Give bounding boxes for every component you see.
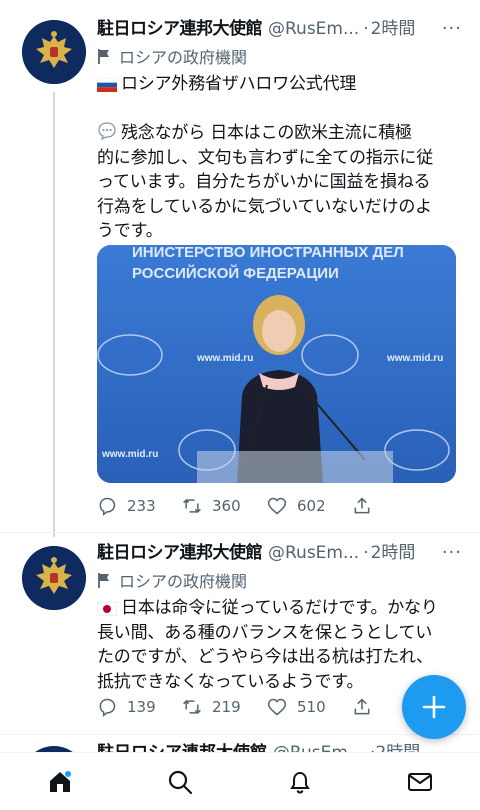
- svg-text:РОССИЙСКОЙ ФЕДЕРАЦИИ: РОССИЙСКОЙ ФЕДЕРАЦИИ: [132, 264, 339, 282]
- emblem-icon: [22, 20, 86, 84]
- retweet-count: 360: [212, 497, 241, 515]
- emblem-icon: [22, 546, 86, 610]
- svg-text:www.mid.ru: www.mid.ru: [386, 353, 443, 364]
- search-icon: [168, 770, 193, 795]
- share-icon: [354, 497, 370, 514]
- retweet-button[interactable]: 360: [182, 496, 267, 516]
- reply-icon: [99, 497, 116, 516]
- share-button[interactable]: [352, 496, 437, 516]
- label-text: ロシアの政府機関: [119, 572, 248, 591]
- svg-text:www.mid.ru: www.mid.ru: [101, 449, 158, 460]
- flag-icon: [98, 49, 109, 64]
- label-text: ロシアの政府機関: [119, 48, 248, 67]
- bell-icon: [290, 771, 310, 794]
- svg-text:www.mid.ru: www.mid.ru: [196, 353, 253, 364]
- tab-home[interactable]: [40, 769, 80, 799]
- tweet-divider: [0, 734, 480, 735]
- retweet-count: 219: [212, 698, 241, 716]
- separator-dot: ·: [363, 19, 369, 39]
- tweet-actions: 233 360 602: [97, 496, 437, 516]
- compose-button[interactable]: [402, 675, 466, 739]
- text-line: ロシア外務省ザハロワ公式代理: [97, 72, 462, 97]
- heart-icon: [267, 698, 287, 716]
- reply-icon: [99, 698, 116, 717]
- tab-search[interactable]: [160, 769, 200, 799]
- russia-flag-icon: [97, 78, 117, 92]
- text-line: 日本は命令に従っているだけです。かなり: [97, 596, 462, 621]
- handle[interactable]: @RusEm...: [268, 18, 359, 40]
- more-icon[interactable]: ···: [442, 542, 462, 564]
- tweet-header: 駐日ロシア連邦大使館 @RusEm... · 2時間 ···: [97, 18, 462, 40]
- government-label[interactable]: ロシアの政府機関: [97, 44, 462, 68]
- like-count: 510: [297, 698, 326, 716]
- thread-line: [53, 92, 55, 537]
- tab-notifications[interactable]: [280, 769, 320, 799]
- envelope-icon: [408, 773, 432, 791]
- reply-button[interactable]: 233: [97, 496, 182, 516]
- timestamp[interactable]: 2時間: [371, 542, 416, 564]
- like-button[interactable]: 510: [267, 697, 352, 717]
- tweet-text: ロシア外務省ザハロワ公式代理 残念ながら 日本はこの欧米主流に積極 的に参加し、…: [97, 72, 462, 244]
- like-count: 602: [297, 497, 326, 515]
- tweet-text: 日本は命令に従っているだけです。かなり 長い間、ある種のバランスを保とうとしてい…: [97, 596, 462, 694]
- share-icon: [354, 698, 370, 715]
- handle[interactable]: @RusEm...: [268, 542, 359, 564]
- text-line: [97, 97, 462, 122]
- tab-messages[interactable]: [400, 769, 440, 799]
- text-line: 的に参加し、文句も言わずに全ての指示に従: [97, 147, 433, 168]
- more-icon[interactable]: ···: [442, 18, 462, 40]
- svg-text:ИНИСТЕРСТВО ИНОСТРАННЫХ ДЕЛ: ИНИСТЕРСТВО ИНОСТРАННЫХ ДЕЛ: [132, 245, 404, 261]
- avatar[interactable]: [22, 20, 86, 84]
- reply-button[interactable]: 139: [97, 697, 182, 717]
- like-button[interactable]: 602: [267, 496, 352, 516]
- home-icon: [50, 771, 71, 792]
- reply-count: 139: [127, 698, 156, 716]
- separator-dot: ·: [363, 543, 369, 563]
- tweet-actions: 139 219 510: [97, 697, 437, 717]
- display-name[interactable]: 駐日ロシア連邦大使館: [97, 542, 263, 564]
- reply-count: 233: [127, 497, 156, 515]
- heart-icon: [267, 497, 287, 515]
- bottom-tab-bar: [0, 752, 480, 810]
- press-briefing-photo: ИНИСТЕРСТВО ИНОСТРАННЫХ ДЕЛ РОССИЙСКОЙ Ф…: [97, 245, 456, 483]
- text-line: 行為をしているかに気づいていないだけのよ: [97, 196, 432, 217]
- text-line: うです。: [97, 221, 163, 241]
- tweet-header: 駐日ロシア連邦大使館 @RusEm... · 2時間 ···: [97, 542, 462, 564]
- speech-bubble-icon: [98, 122, 116, 141]
- text-line: っています。自分たちがいかに国益を損ねる: [97, 172, 431, 192]
- tweet-image[interactable]: ИНИСТЕРСТВО ИНОСТРАННЫХ ДЕЛ РОССИЙСКОЙ Ф…: [97, 245, 456, 483]
- japan-flag-icon: [97, 602, 117, 616]
- timestamp[interactable]: 2時間: [371, 18, 416, 40]
- retweet-icon: [183, 499, 201, 513]
- plus-icon: [422, 695, 446, 719]
- text-line: たのですが、どうやら今は出る杭は打たれ、: [97, 647, 433, 667]
- text-line: 残念ながら 日本はこの欧米主流に積極: [97, 121, 462, 146]
- retweet-icon: [183, 700, 201, 714]
- display-name[interactable]: 駐日ロシア連邦大使館: [97, 18, 263, 40]
- tweet-divider: [0, 532, 480, 533]
- flag-icon: [98, 573, 109, 588]
- avatar[interactable]: [22, 546, 86, 610]
- text-line: 長い間、ある種のバランスを保とうとしてい: [97, 622, 433, 643]
- government-label[interactable]: ロシアの政府機関: [97, 568, 462, 592]
- retweet-button[interactable]: 219: [182, 697, 267, 717]
